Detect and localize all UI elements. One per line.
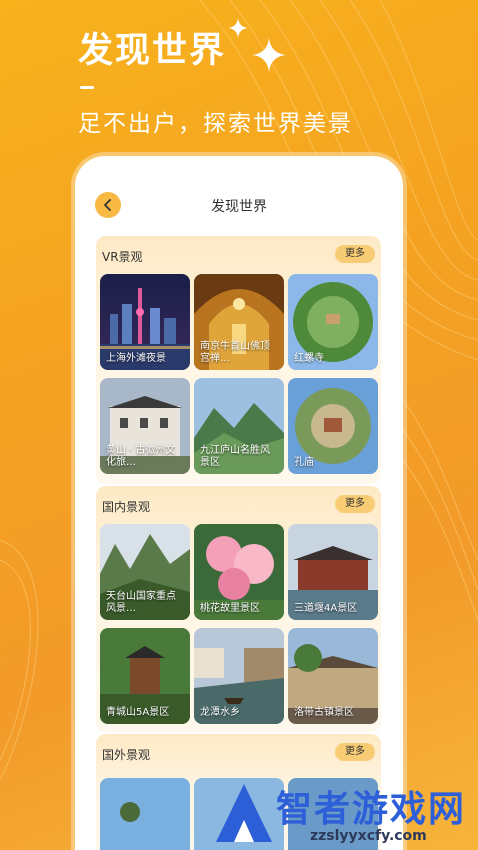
scenic-card[interactable]: 青城山5A景区 <box>100 628 190 724</box>
watermark-text: 智者游戏网 <box>276 789 467 830</box>
scenic-card[interactable]: 黄山 · 古徽州文化旅… <box>100 378 190 474</box>
scenic-card[interactable]: 上海外滩夜景 <box>100 274 190 370</box>
card-label: 洛带古镇景区 <box>294 707 354 718</box>
scenic-thumbnail <box>100 778 190 850</box>
section-header: VR景观 更多 <box>96 236 381 274</box>
card-label: 桃花故里景区 <box>200 603 260 614</box>
scenic-card[interactable]: 南京牛首山佛顶宫禅… <box>194 274 284 370</box>
page-title: 发现世界 <box>211 199 267 215</box>
card-label: 黄山 · 古徽州文化旅… <box>106 445 176 468</box>
watermark-logo-icon <box>216 784 272 842</box>
section-title: 国外景观 <box>102 748 151 762</box>
section-header: 国外景观 更多 <box>96 734 381 772</box>
card-label: 南京牛首山佛顶宫禅… <box>200 341 270 364</box>
hero-title: 发现世界 <box>78 31 227 71</box>
scenic-card[interactable]: 九江庐山名胜风景区 <box>194 378 284 474</box>
card-label: 孔庙 <box>294 457 314 468</box>
watermark: 智者游戏网 zzslyyxcfy.com <box>210 778 478 850</box>
card-label: 上海外滩夜景 <box>106 353 166 364</box>
hero-divider <box>80 86 94 89</box>
scenic-card[interactable]: 孔庙 <box>288 378 378 474</box>
section-domestic: 国内景观 更多 天台山国家重点风景… 桃花故里景区 三道堰4A景区 青城山5A景… <box>96 486 381 732</box>
watermark-url: zzslyyxcfy.com <box>310 828 427 844</box>
card-label: 九江庐山名胜风景区 <box>200 445 270 468</box>
more-button[interactable]: 更多 <box>335 495 375 513</box>
section-title: 国内景观 <box>102 500 151 514</box>
scenic-card[interactable]: 洛带古镇景区 <box>288 628 378 724</box>
scenic-card[interactable]: 天台山国家重点风景… <box>100 524 190 620</box>
section-header: 国内景观 更多 <box>96 486 381 524</box>
more-button[interactable]: 更多 <box>335 743 375 761</box>
scenic-card[interactable]: 桃花故里景区 <box>194 524 284 620</box>
sparkle-large-icon <box>252 38 286 72</box>
card-label: 天台山国家重点风景… <box>106 591 176 614</box>
scenic-card[interactable]: 三道堰4A景区 <box>288 524 378 620</box>
scenic-card[interactable] <box>100 778 190 850</box>
card-label: 青城山5A景区 <box>106 707 170 718</box>
card-label: 龙潭水乡 <box>200 707 240 718</box>
phone-frame: 发现世界 VR景观 更多 上海外滩夜景 南京牛首山佛顶宫禅… 红螺寺 黄山 · … <box>75 156 403 850</box>
section-title: VR景观 <box>102 250 143 264</box>
section-vr: VR景观 更多 上海外滩夜景 南京牛首山佛顶宫禅… 红螺寺 黄山 · 古徽州文化… <box>96 236 381 484</box>
card-label: 红螺寺 <box>294 353 324 364</box>
top-bar: 发现世界 <box>75 156 403 228</box>
more-button[interactable]: 更多 <box>335 245 375 263</box>
sparkle-small-icon <box>228 18 248 38</box>
hero-subtitle: 足不出户，探索世界美景 <box>78 111 353 137</box>
scenic-card[interactable]: 红螺寺 <box>288 274 378 370</box>
scenic-card[interactable]: 龙潭水乡 <box>194 628 284 724</box>
card-label: 三道堰4A景区 <box>294 603 358 614</box>
